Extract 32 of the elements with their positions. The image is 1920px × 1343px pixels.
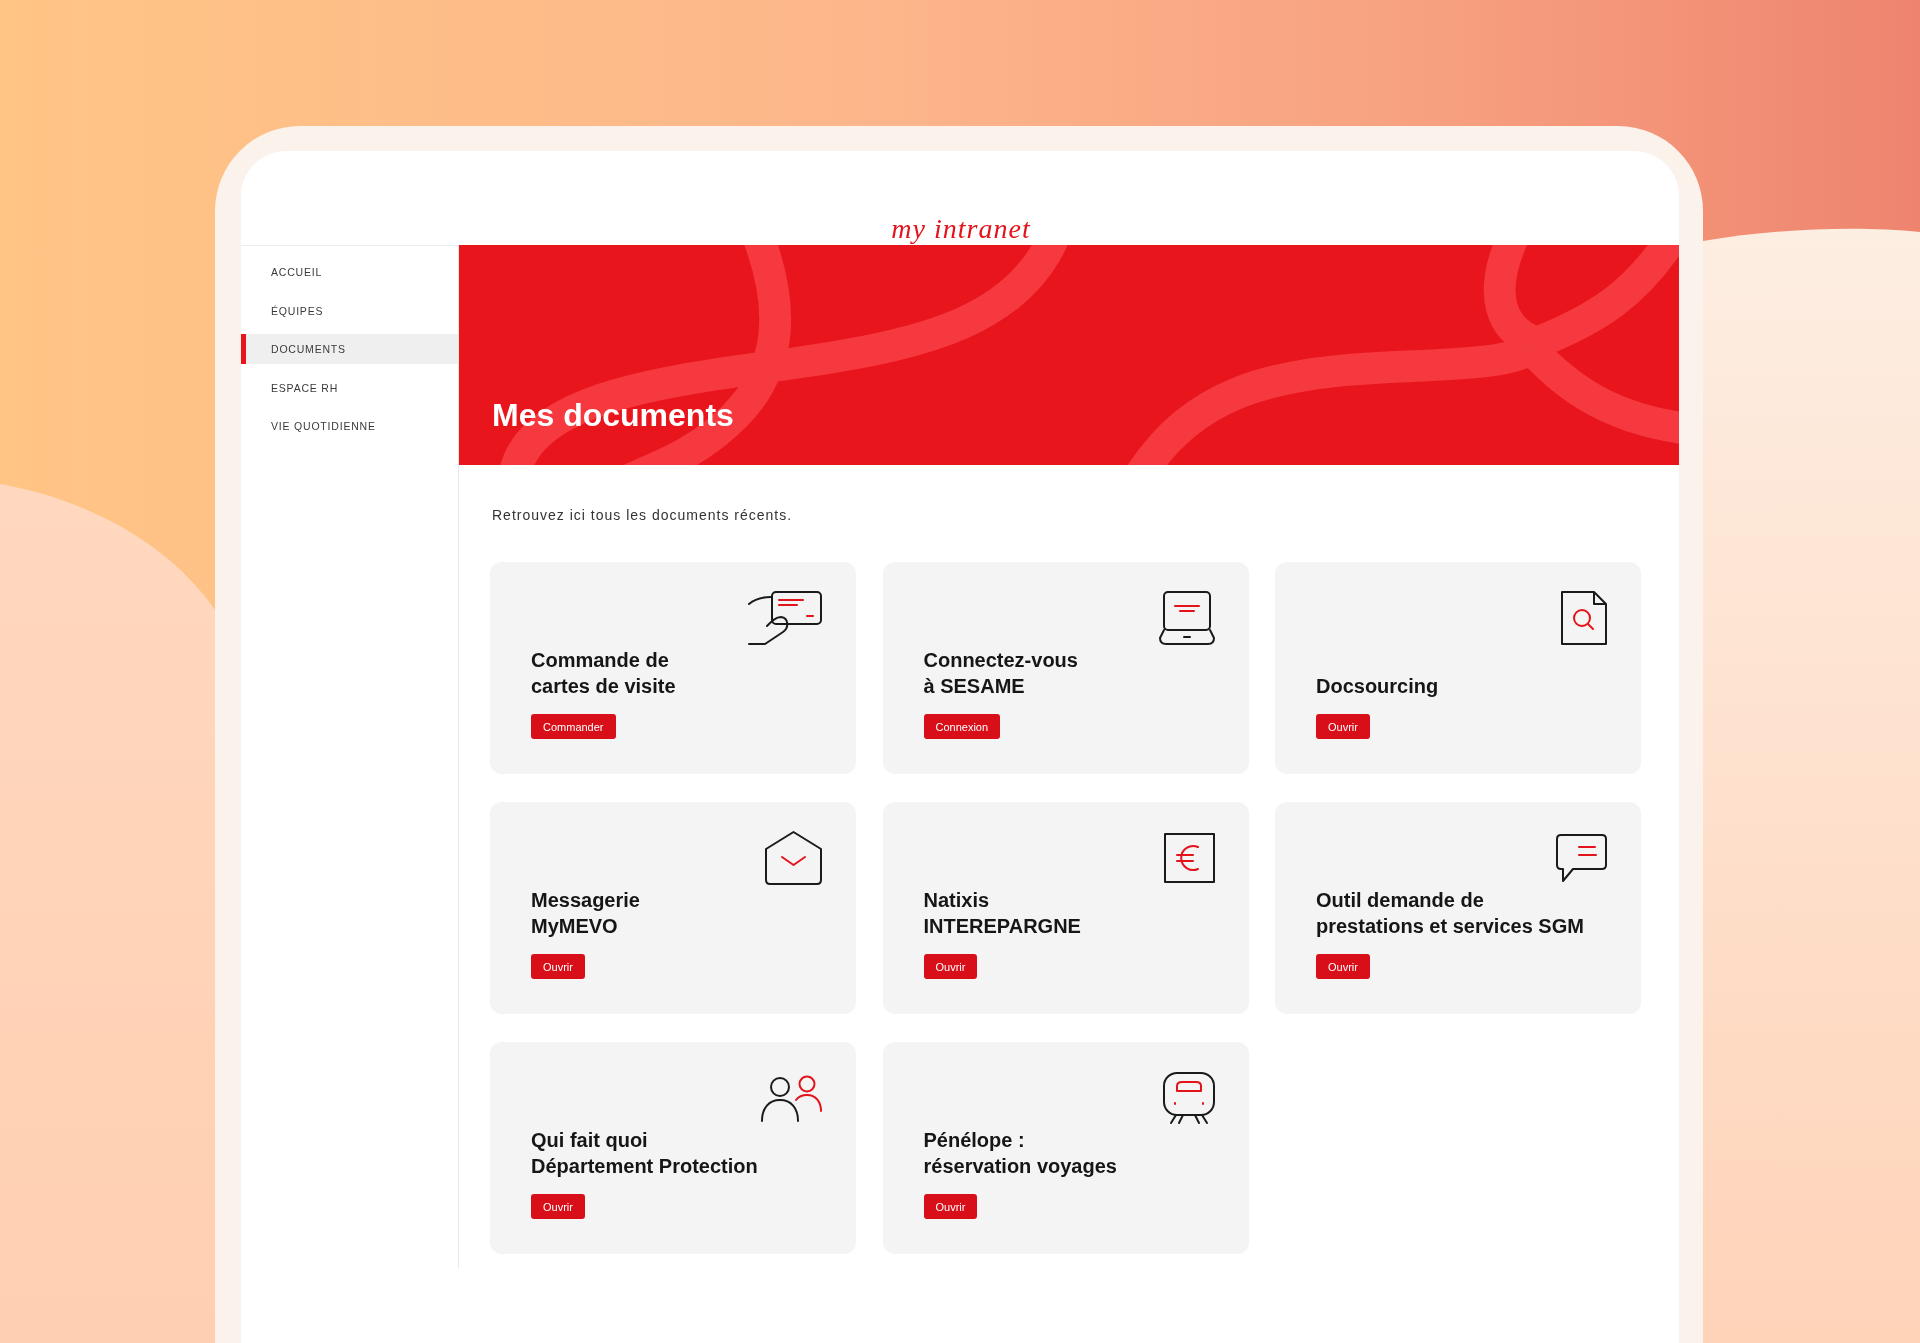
card-title: Qui fait quoi Département Protection <box>531 1128 758 1179</box>
hand-holding-card-icon <box>747 590 823 646</box>
card-title: Docsourcing <box>1316 674 1439 699</box>
card-title: Pénélope : réservation voyages <box>923 1128 1117 1179</box>
card-title: Connectez-vous à SESAME <box>923 648 1078 699</box>
intro-text: Retrouvez ici tous les documents récents. <box>492 507 794 523</box>
card-title: Commande de cartes de visite <box>531 648 676 699</box>
card-title: Messagerie MyMEVO <box>531 888 640 939</box>
card-button[interactable]: Ouvrir <box>1316 714 1370 739</box>
sidebar-item[interactable]: DOCUMENTS <box>241 334 458 364</box>
card-button[interactable]: Connexion <box>923 714 1001 739</box>
train-icon <box>1161 1071 1216 1125</box>
sidebar-item[interactable]: VIE QUOTIDIENNE <box>241 411 458 441</box>
chat-bubble-icon <box>1555 832 1608 884</box>
euro-icon <box>1162 832 1216 884</box>
card-button[interactable]: Ouvrir <box>923 1194 978 1219</box>
sidebar-item[interactable]: ÉQUIPES <box>241 295 458 326</box>
card-button[interactable]: Ouvrir <box>923 954 978 979</box>
card-title: Outil demande de prestations et services SGM <box>1316 888 1584 939</box>
document-search-icon <box>1560 590 1608 646</box>
card-button[interactable]: Ouvrir <box>531 954 585 979</box>
sidebar-item[interactable]: ESPACE RH <box>241 372 458 403</box>
people-icon <box>760 1073 823 1123</box>
page-title: Mes documents <box>492 396 734 434</box>
card-title: Natixis INTEREPARGNE <box>923 888 1081 939</box>
sidebar-item[interactable]: ACCUEIL <box>241 257 458 287</box>
envelope-icon <box>764 830 823 886</box>
card-button[interactable]: Ouvrir <box>531 1194 585 1219</box>
logo[interactable]: my intranet <box>891 213 1031 245</box>
card-button[interactable]: Commander <box>531 714 616 739</box>
laptop-icon <box>1157 590 1216 646</box>
card-button[interactable]: Ouvrir <box>1316 954 1370 979</box>
